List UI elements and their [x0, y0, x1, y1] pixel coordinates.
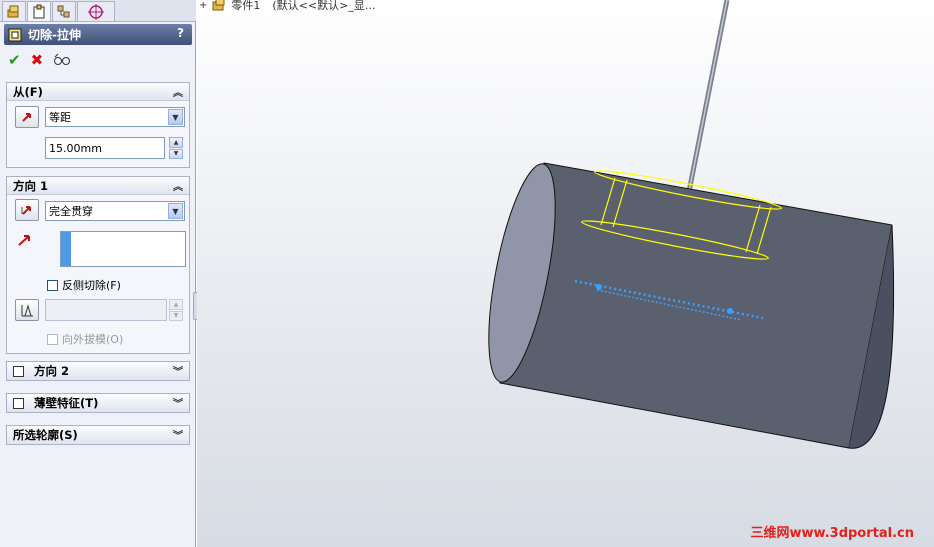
- direction2-group[interactable]: 方向 2 ︾: [6, 361, 190, 381]
- spin-up-icon[interactable]: ▲: [169, 137, 183, 148]
- expand-chevron-icon[interactable]: ︾: [173, 395, 183, 410]
- feature-header: 切除-拉伸 ?: [4, 24, 192, 45]
- property-manager-icon: [33, 4, 45, 18]
- property-manager: 切除-拉伸 ? ✔ ✖ 从(F) ︽ 等距 ▼ 15.00mm ▲ ▼ 方向 1: [0, 0, 196, 547]
- ok-check-icon[interactable]: ✔: [8, 51, 21, 69]
- help-button[interactable]: ?: [177, 26, 184, 40]
- direction-selection-box[interactable]: [60, 231, 186, 267]
- from-group-header[interactable]: 从(F) ︽: [7, 83, 189, 101]
- feature-title: 切除-拉伸: [28, 28, 81, 42]
- dropdown-arrow-icon[interactable]: ▼: [168, 109, 183, 125]
- action-bar: ✔ ✖: [8, 50, 71, 70]
- thin-feature-label: 薄壁特征(T): [34, 396, 99, 410]
- offset-distance-input[interactable]: 15.00mm: [45, 137, 165, 159]
- expand-chevron-icon[interactable]: ︾: [173, 363, 183, 378]
- preview-glasses-icon[interactable]: [53, 53, 71, 67]
- from-group-label: 从(F): [13, 84, 43, 99]
- feature-tree-icon: [7, 5, 19, 17]
- direction2-checkbox[interactable]: [13, 365, 24, 377]
- spin-down-icon[interactable]: ▼: [169, 148, 183, 159]
- flip-side-label: 反侧切除(F): [62, 279, 121, 292]
- direction-arrow-icon: [18, 235, 30, 246]
- collapse-chevron-icon[interactable]: ︽: [173, 84, 183, 99]
- selection-focus-bar: [61, 232, 71, 266]
- offset-distance-value: 15.00mm: [49, 141, 102, 155]
- cut-extrude-icon: [8, 28, 22, 41]
- spin-down-icon[interactable]: ▼: [169, 310, 183, 321]
- direction2-label: 方向 2: [34, 364, 70, 378]
- watermark: 三维网www.3dportal.cn: [750, 526, 914, 541]
- checkbox-box[interactable]: [47, 279, 58, 291]
- reverse-direction-button[interactable]: [15, 199, 39, 221]
- graphics-viewport[interactable]: + 零件1 (默认<<默认>_显... 三维网www.3dportal.cn: [197, 0, 934, 547]
- dropdown-arrow-icon[interactable]: ▼: [168, 203, 183, 219]
- checkbox-box[interactable]: [47, 333, 58, 345]
- draft-outward-label: 向外拔模(O): [62, 333, 124, 346]
- thin-feature-checkbox[interactable]: [13, 397, 24, 409]
- end-condition-select[interactable]: 完全贯穿 ▼: [45, 201, 185, 221]
- tab-dimxpert[interactable]: [77, 1, 115, 21]
- draft-icon: [21, 304, 33, 317]
- reverse-direction-icon: [21, 206, 31, 215]
- offset-spinner[interactable]: ▲ ▼: [169, 137, 183, 159]
- draft-spinner[interactable]: ▲ ▼: [169, 299, 183, 321]
- thin-feature-group[interactable]: 薄壁特征(T) ︾: [6, 393, 190, 413]
- end-condition-value: 完全贯穿: [49, 205, 93, 218]
- from-group: 从(F) ︽ 等距 ▼ 15.00mm ▲ ▼: [6, 82, 190, 168]
- tab-configuration-manager[interactable]: [52, 1, 76, 21]
- tab-property-manager[interactable]: [27, 1, 51, 21]
- profile-point[interactable]: [727, 308, 733, 314]
- flip-side-to-cut-checkbox[interactable]: 反侧切除(F): [47, 277, 121, 293]
- direction1-label: 方向 1: [13, 178, 49, 193]
- model-view[interactable]: [197, 0, 934, 547]
- crosshair-icon: [88, 3, 104, 20]
- start-plane-icon: [22, 113, 31, 122]
- cylinder-body[interactable]: [499, 162, 893, 449]
- cancel-x-icon[interactable]: ✖: [31, 51, 44, 69]
- from-condition-value: 等距: [49, 111, 71, 124]
- collapse-chevron-icon[interactable]: ︽: [173, 178, 183, 193]
- draft-angle-input[interactable]: [45, 299, 167, 321]
- draft-outward-checkbox[interactable]: 向外拔模(O): [47, 331, 123, 347]
- configuration-icon: [57, 5, 70, 17]
- selected-contours-group[interactable]: 所选轮廓(S) ︾: [6, 425, 190, 445]
- expand-chevron-icon[interactable]: ︾: [173, 427, 183, 442]
- direction1-group-header[interactable]: 方向 1 ︽: [7, 177, 189, 195]
- from-condition-select[interactable]: 等距 ▼: [45, 107, 185, 127]
- manager-tabs: [0, 0, 196, 22]
- profile-point[interactable]: [596, 284, 602, 290]
- direction1-group: 方向 1 ︽ 完全贯穿 ▼ 反侧切除(F) ▲ ▼ 向外拔模(O): [6, 176, 190, 354]
- from-start-button[interactable]: [15, 106, 39, 128]
- draft-button[interactable]: [15, 299, 39, 321]
- selected-contours-label: 所选轮廓(S): [13, 428, 78, 442]
- tab-feature-manager[interactable]: [2, 1, 26, 21]
- spin-up-icon[interactable]: ▲: [169, 299, 183, 310]
